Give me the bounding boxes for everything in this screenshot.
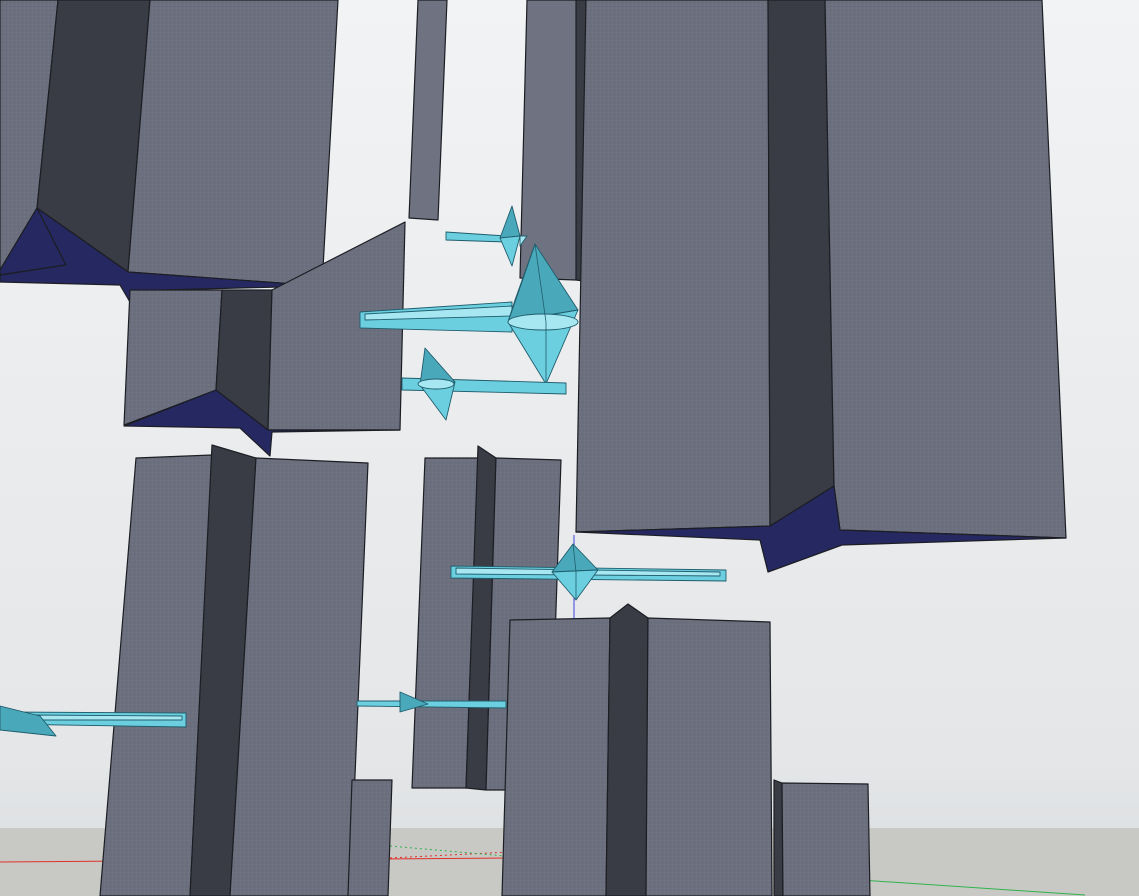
pillar-right-main[interactable] [575, 0, 1067, 573]
pillar-lower-right[interactable] [773, 779, 871, 896]
pillar-back-top-right[interactable] [519, 0, 589, 282]
sketchup-3d-viewport[interactable] [0, 0, 1139, 896]
model-scene[interactable] [0, 0, 1139, 896]
pillar-bottom-small[interactable] [347, 779, 393, 896]
pillar-center-lower[interactable] [501, 603, 773, 896]
pillar-lower-left[interactable] [99, 444, 369, 896]
